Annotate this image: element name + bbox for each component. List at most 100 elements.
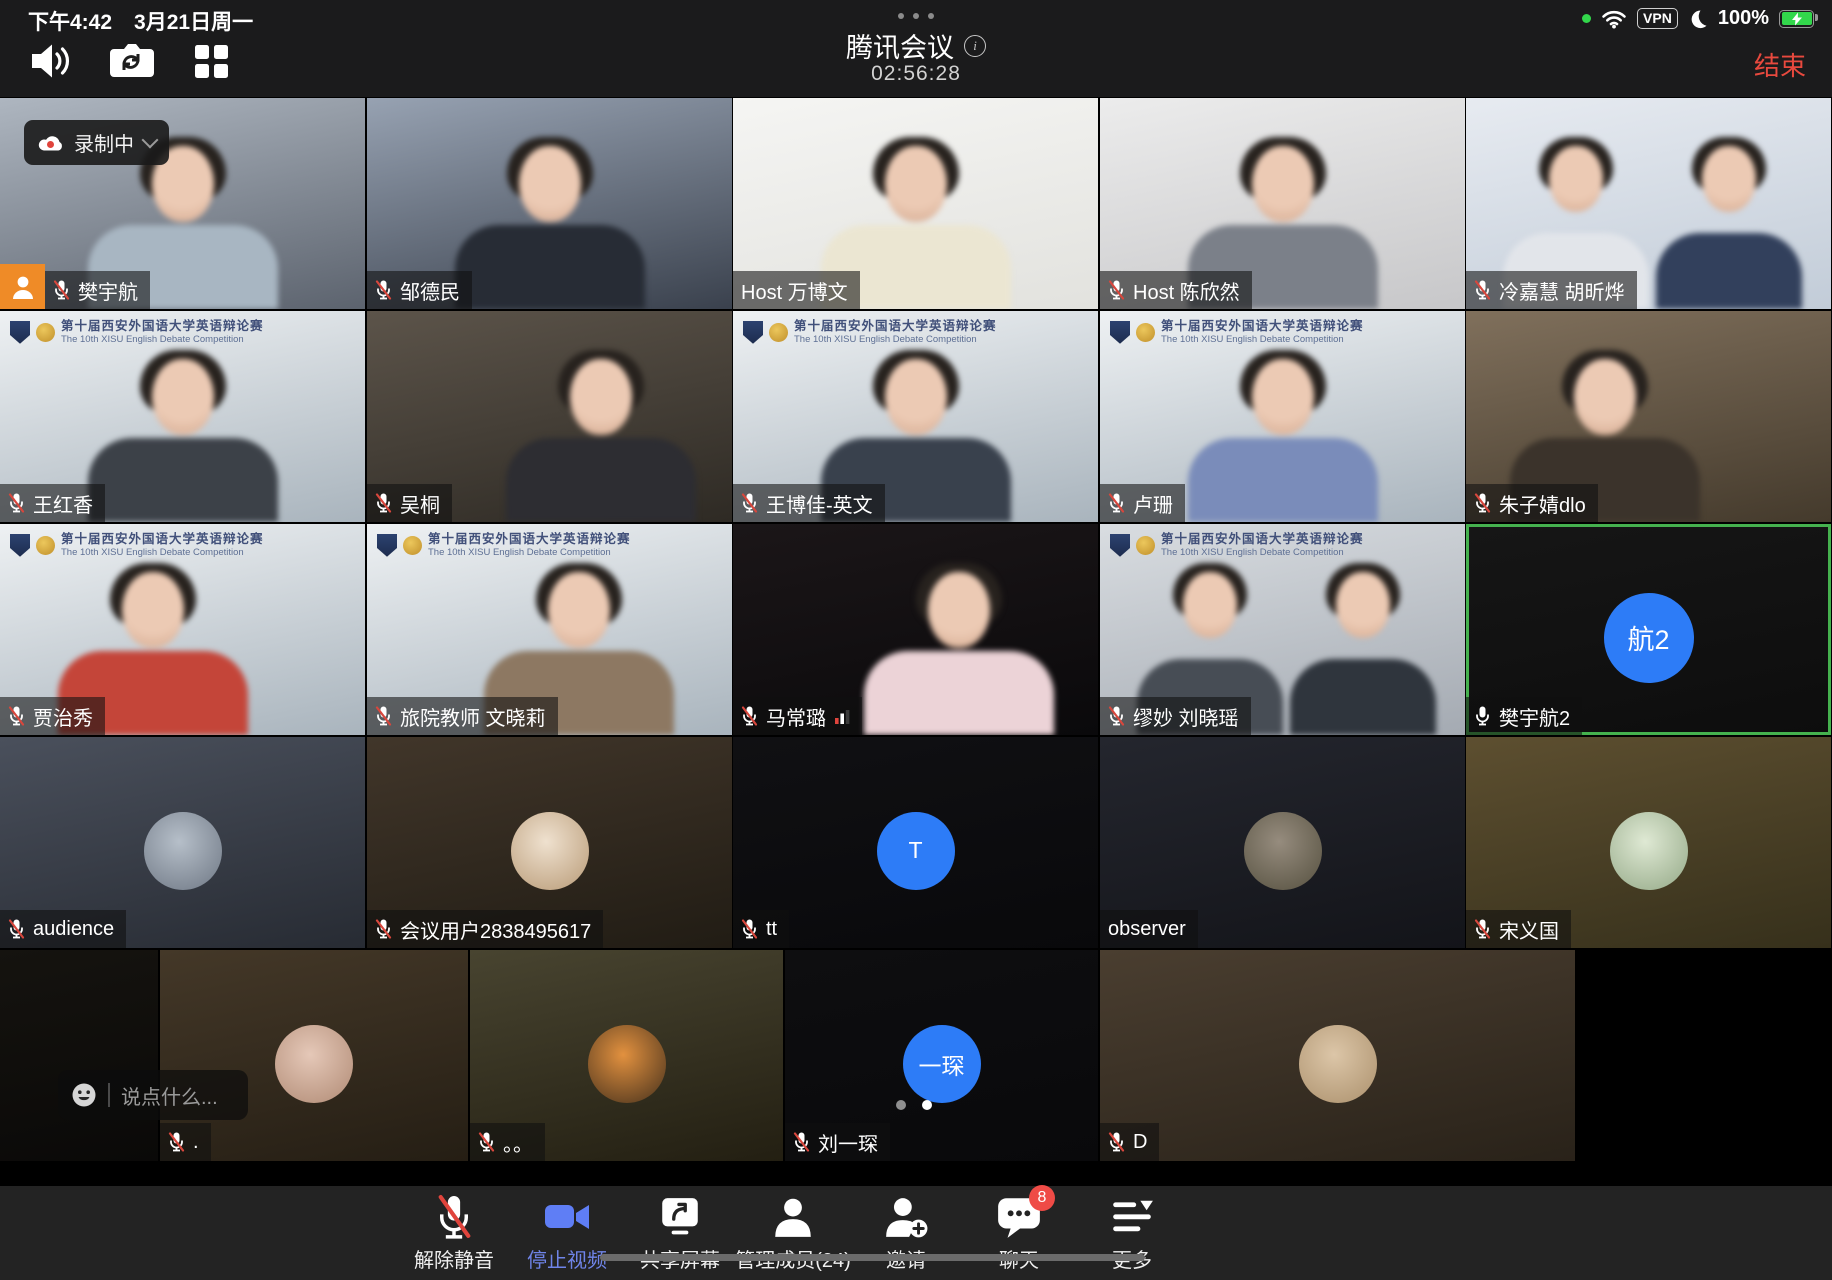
video-tile[interactable]: 吴桐 [367,311,732,522]
video-tile[interactable]: T tt [733,737,1098,948]
nameplate: 宋义国 [1466,910,1571,948]
nameplate: 邹德民 [367,271,472,309]
recording-badge[interactable]: 录制中 [24,120,169,165]
divider [108,1083,110,1107]
video-tile[interactable]: Host 万博文 [733,98,1098,309]
page-indicator [896,1100,932,1110]
competition-banner: 第十届西安外国语大学英语辩论赛The 10th XISU English Deb… [1110,532,1364,558]
video-tile[interactable]: audience [0,737,365,948]
participant-name: 刘一琛 [818,1128,878,1157]
participant-name: D [1133,1131,1147,1154]
competition-logo-shield [10,321,30,344]
home-indicator[interactable] [600,1254,1145,1261]
video-tile[interactable]: Host 陈欣然 [1100,98,1465,309]
muted-mic-icon [741,705,758,727]
video-tile[interactable]: 一琛 刘一琛 [785,950,1098,1161]
muted-mic-icon [434,1194,474,1241]
nameplate-row: 王博佳-英文 [733,484,885,522]
video-tile[interactable]: 宋义国 [1466,737,1831,948]
video-tile[interactable]: 。。 [470,950,783,1161]
participant-name: 卢珊 [1133,489,1173,518]
video-tile[interactable]: 航2 樊宇航2 [1466,524,1831,735]
participant-name: 冷嘉慧 胡昕烨 [1499,276,1625,305]
banner-line1: 第十届西安外国语大学英语辩论赛 [61,532,264,547]
share-screen-icon [657,1194,703,1240]
competition-logo-coin [403,536,422,555]
nameplate: 朱子婧dlo [1466,484,1598,522]
participant-name: 朱子婧dlo [1499,489,1586,518]
competition-logo-coin [36,536,55,555]
nameplate: 贾治秀 [0,697,105,735]
video-tile[interactable]: D [1100,950,1575,1161]
video-tile[interactable]: 第十届西安外国语大学英语辩论赛The 10th XISU English Deb… [1100,311,1465,522]
mic-icon [1474,705,1491,727]
video-tile[interactable]: 录制中 樊宇航 [0,98,365,309]
person-silhouette [1284,563,1442,735]
video-tile[interactable]: 第十届西安外国语大学英语辩论赛The 10th XISU English Deb… [733,311,1098,522]
muted-mic-icon [1474,918,1491,940]
competition-logo-coin [769,323,788,342]
video-tile[interactable]: observer [1100,737,1465,948]
speaker-button[interactable] [26,36,76,86]
vpn-badge: VPN [1637,8,1678,29]
video-tile[interactable]: . [160,950,468,1161]
participant-name: 邹德民 [400,276,460,305]
video-tile[interactable]: 朱子婧dlo [1466,311,1831,522]
video-tile[interactable]: 邹德民 [367,98,732,309]
nameplate-row: 。。 [470,1123,545,1161]
video-tile[interactable]: 冷嘉慧 胡昕烨 [1466,98,1831,309]
members-icon [770,1194,816,1240]
nameplate: 会议用户2838495617 [367,910,603,948]
date: 3月21日周一 [134,6,253,36]
recording-cloud-icon [37,133,64,152]
chat-quick-input[interactable]: 说点什么... [58,1070,248,1120]
banner-line1: 第十届西安外国语大学英语辩论赛 [1161,532,1364,547]
nameplate: 。。 [470,1123,545,1161]
avatar [588,1025,666,1103]
battery-icon [1779,10,1814,28]
muted-mic-icon [1108,1131,1125,1153]
competition-banner: 第十届西安外国语大学英语辩论赛The 10th XISU English Deb… [377,532,631,558]
participant-name: audience [33,918,114,941]
page-dot-active [922,1100,932,1110]
switch-camera-button[interactable] [106,36,156,86]
person-silhouette [1650,137,1808,309]
participant-name: Host 陈欣然 [1133,276,1240,305]
muted-mic-icon [1108,492,1125,514]
invite-icon [883,1194,929,1240]
video-tile[interactable]: 第十届西安外国语大学英语辩论赛The 10th XISU English Deb… [367,524,732,735]
muted-mic-icon [8,918,25,940]
layout-grid-button[interactable] [186,36,236,86]
avatar [144,812,222,890]
nameplate-row: D [1100,1123,1159,1161]
nameplate: Host 陈欣然 [1100,271,1252,309]
nameplate: 樊宇航 [45,271,150,309]
video-tile[interactable]: 第十届西安外国语大学英语辩论赛The 10th XISU English Deb… [1100,524,1465,735]
video-tile[interactable]: 第十届西安外国语大学英语辩论赛The 10th XISU English Deb… [0,524,365,735]
more-icon [1109,1198,1155,1236]
video-camera-icon [543,1196,591,1238]
video-grid: 录制中 樊宇航 邹德民 Host 万博文 Host 陈欣然 冷嘉慧 胡昕烨 第十届… [0,0,1832,1280]
nameplate: 刘一琛 [785,1123,890,1161]
presenter-person-icon [11,274,35,300]
participant-name: 马常璐 [766,702,826,731]
muted-mic-icon [53,279,70,301]
multitask-dots-icon [898,13,934,19]
page-dot-inactive [896,1100,906,1110]
end-meeting-button[interactable]: 结束 [1754,46,1806,83]
muted-mic-icon [1108,705,1125,727]
muted-mic-icon [8,492,25,514]
video-tile[interactable]: 会议用户2838495617 [367,737,732,948]
more-button[interactable]: 更多 [1047,1193,1217,1273]
partial-video-tile[interactable] [0,950,158,1161]
nameplate: observer [1100,910,1198,948]
nameplate-row: audience [0,910,126,948]
avatar [1610,812,1688,890]
participant-name: 樊宇航 [78,276,138,305]
video-tile[interactable]: 第十届西安外国语大学英语辩论赛The 10th XISU English Deb… [0,311,365,522]
person-silhouette [1178,350,1388,522]
info-icon[interactable]: i [964,35,986,57]
video-tile[interactable]: 马常璐 [733,524,1098,735]
meeting-title: 腾讯会议 [846,26,954,65]
status-left: 下午4:42 3月21日周一 [28,6,253,36]
